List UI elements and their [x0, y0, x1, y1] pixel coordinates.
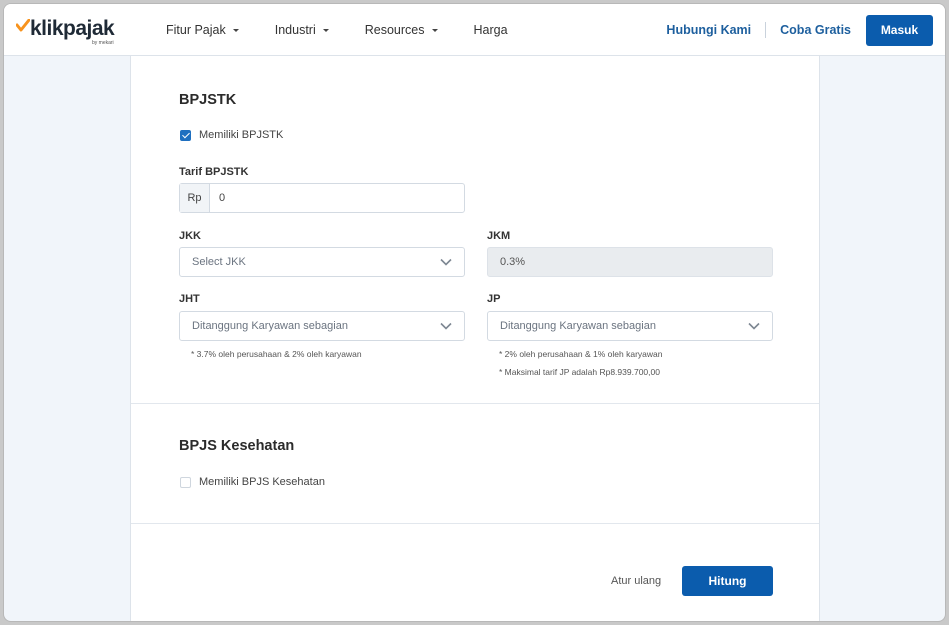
nav-actions: Hubungi Kami Coba Gratis Masuk	[666, 4, 933, 56]
section-divider	[131, 523, 819, 524]
bpjs-kesehatan-checkbox[interactable]	[180, 476, 191, 488]
jkk-select-placeholder: Select JKK	[192, 256, 246, 268]
jht-label: JHT	[179, 293, 200, 305]
bpjs-kesehatan-checkbox-row[interactable]: Memiliki BPJS Kesehatan	[180, 476, 325, 488]
jkk-label: JKK	[179, 230, 202, 242]
nav-divider	[765, 22, 767, 38]
jkm-label: JKM	[487, 230, 511, 242]
klikpajak-logo[interactable]: klikpajak by mekari	[16, 17, 126, 47]
jht-note: * 3.7% oleh perusahaan & 2% oleh karyawa…	[191, 349, 362, 359]
browser-frame: klikpajak by mekari Fitur Pajak Industri…	[3, 3, 946, 622]
jht-select[interactable]: Ditanggung Karyawan sebagian	[179, 311, 465, 341]
chevron-down-icon	[440, 322, 452, 330]
rp-prefix: Rp	[180, 184, 210, 212]
jp-select-value: Ditanggung Karyawan sebagian	[500, 320, 656, 332]
hubungi-kami-link[interactable]: Hubungi Kami	[666, 23, 751, 37]
jht-select-value: Ditanggung Karyawan sebagian	[192, 320, 348, 332]
chevron-down-icon	[748, 322, 760, 330]
nav-item-label: Fitur Pajak	[166, 23, 226, 37]
nav-item-label: Harga	[473, 23, 508, 37]
jp-note-rate: * 2% oleh perusahaan & 1% oleh karyawan	[499, 349, 663, 359]
jp-note-max: * Maksimal tarif JP adalah Rp8.939.700,0…	[499, 367, 660, 377]
chevron-down-icon	[440, 258, 452, 266]
jp-label: JP	[487, 293, 501, 305]
nav-item-fitur-pajak[interactable]: Fitur Pajak	[166, 23, 239, 37]
hitung-button[interactable]: Hitung	[682, 566, 773, 596]
masuk-button[interactable]: Masuk	[866, 14, 933, 46]
bpjstk-checkbox[interactable]	[180, 129, 191, 141]
nav-item-label: Resources	[364, 23, 425, 37]
section-divider	[131, 403, 819, 404]
caret-down-icon	[322, 28, 329, 32]
nav-item-resources[interactable]: Resources	[365, 23, 438, 37]
tarif-bpjstk-label: Tarif BPJSTK	[179, 166, 249, 178]
jkk-select[interactable]: Select JKK	[179, 247, 465, 277]
calculator-card: BPJSTK Memiliki BPJSTK Tarif BPJSTK Rp 0…	[130, 56, 820, 621]
bpjs-kesehatan-checkbox-label: Memiliki BPJS Kesehatan	[199, 476, 325, 488]
tarif-bpjstk-input[interactable]: Rp 0	[179, 183, 465, 213]
tarif-bpjstk-value[interactable]: 0	[210, 184, 464, 212]
jp-select[interactable]: Ditanggung Karyawan sebagian	[487, 311, 773, 341]
coba-gratis-link[interactable]: Coba Gratis	[780, 23, 851, 37]
logo-text: klikpajak	[30, 17, 115, 40]
top-navbar: klikpajak by mekari Fitur Pajak Industri…	[4, 4, 945, 56]
jkm-field: 0.3%	[487, 247, 773, 277]
nav-item-harga[interactable]: Harga	[474, 23, 508, 37]
atur-ulang-link[interactable]: Atur ulang	[611, 575, 661, 587]
bpjstk-section-title: BPJSTK	[179, 92, 237, 108]
nav-menu: Fitur Pajak Industri Resources Harga	[166, 4, 544, 56]
bpjstk-checkbox-label: Memiliki BPJSTK	[199, 129, 284, 141]
check-logo-icon	[16, 19, 30, 32]
nav-item-label: Industri	[274, 23, 316, 37]
caret-down-icon	[431, 28, 438, 32]
caret-down-icon	[232, 28, 239, 32]
bpjstk-checkbox-row[interactable]: Memiliki BPJSTK	[180, 129, 283, 141]
nav-item-industri[interactable]: Industri	[275, 23, 329, 37]
logo-subtext: by mekari	[92, 40, 114, 46]
bpjs-kesehatan-section-title: BPJS Kesehatan	[179, 438, 295, 454]
